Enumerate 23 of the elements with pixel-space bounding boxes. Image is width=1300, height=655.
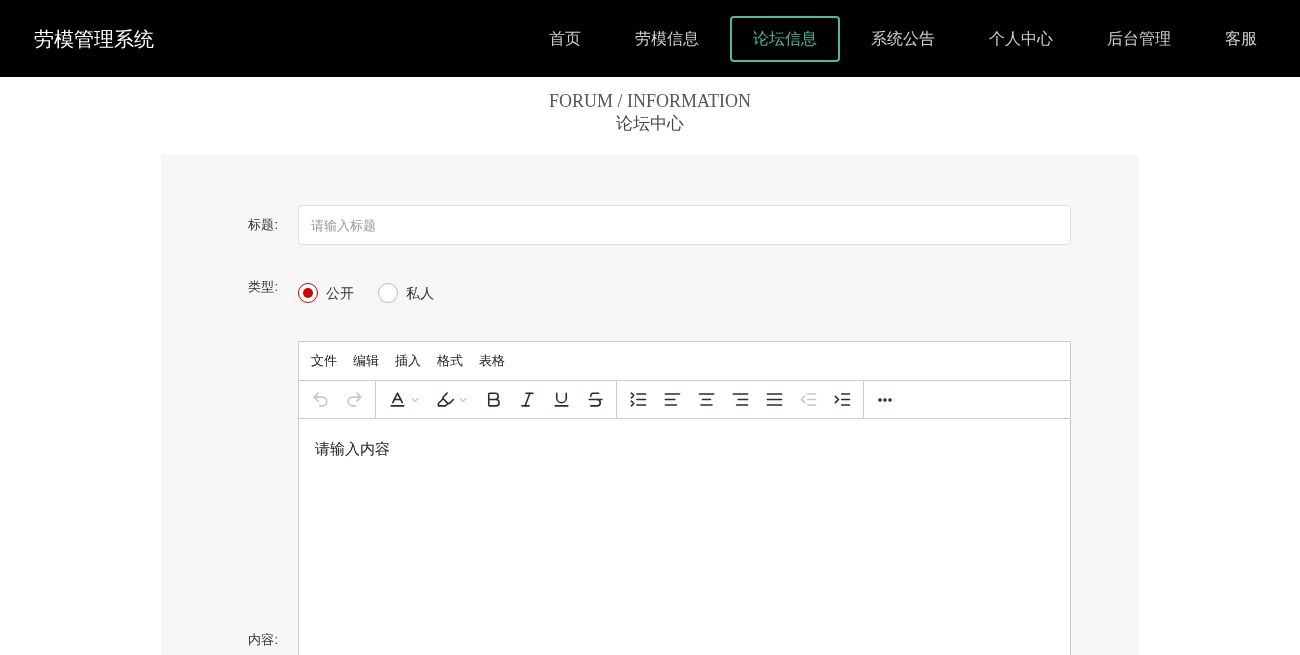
field-label: 标题: (247, 216, 279, 235)
nav-link[interactable]: 系统公告 (848, 15, 958, 62)
editor-menu-item[interactable]: 编辑 (347, 351, 385, 371)
editor-placeholder: 请输入内容 (315, 440, 390, 457)
section-title: 论坛中心 (616, 113, 684, 135)
editor-menu-item[interactable]: 表格 (473, 351, 511, 371)
editor-menu-item[interactable]: 插入 (389, 351, 427, 371)
nav-link[interactable]: 劳模信息 (612, 15, 722, 62)
nav-link[interactable]: 个人中心 (966, 15, 1076, 62)
nav-link[interactable]: 首页 (526, 15, 604, 62)
field-label: 内容: (247, 630, 279, 649)
site-title: 劳模管理系统 (34, 26, 154, 52)
nav-link[interactable]: 论坛信息 (730, 15, 840, 62)
radio-option[interactable]: 公开 (298, 282, 354, 304)
editor-menu-item[interactable]: 格式 (431, 351, 469, 371)
section-subtitle: FORUM / INFORMATION (549, 91, 751, 111)
nav-link[interactable]: 后台管理 (1084, 15, 1194, 62)
field-label: 类型: (247, 278, 279, 296)
radio-option[interactable]: 私人 (378, 282, 434, 304)
nav-link[interactable]: 客服 (1202, 15, 1280, 62)
title-input[interactable]: 请输入标题 (298, 205, 1071, 245)
editor-menu-item[interactable]: 文件 (305, 351, 343, 371)
editor-content-area[interactable]: 请输入内容 (299, 419, 1070, 655)
